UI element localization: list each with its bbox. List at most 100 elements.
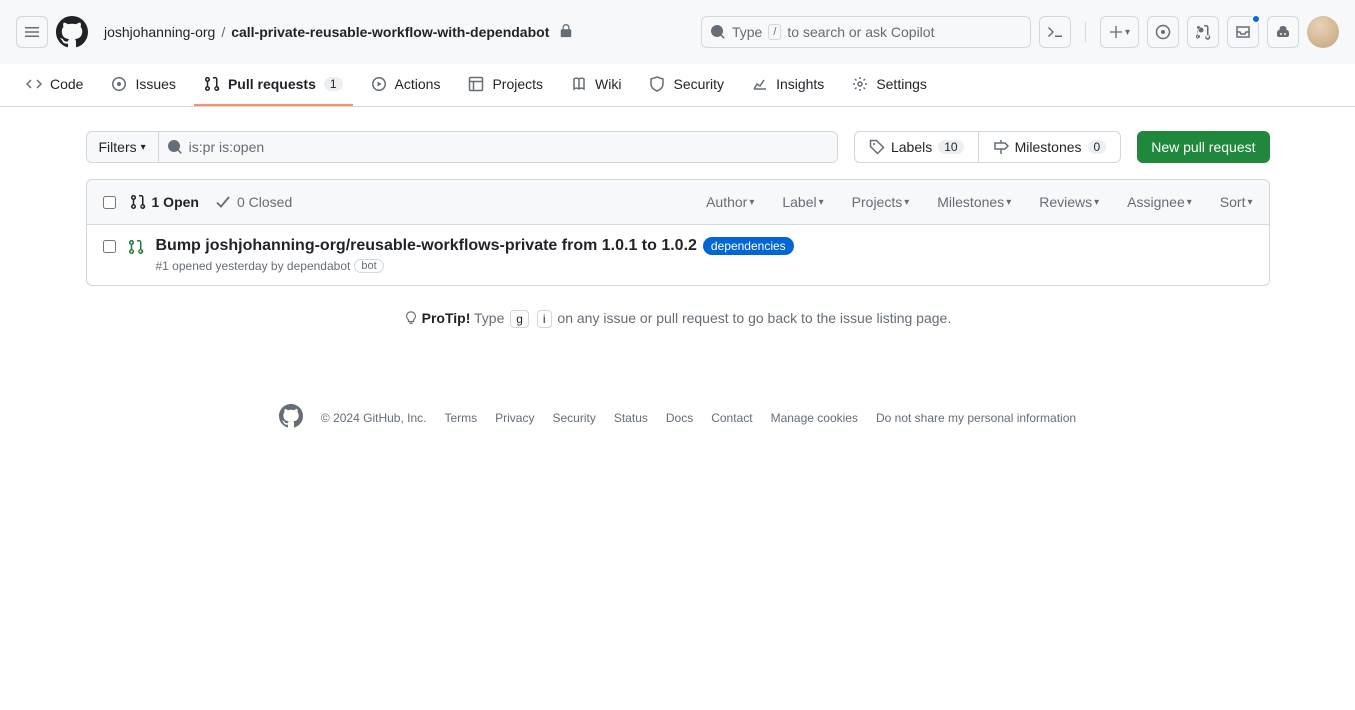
state-closed[interactable]: 0 Closed [215,194,292,210]
filter-assignee[interactable]: Assignee ▾ [1127,194,1192,210]
new-pull-request-button[interactable]: New pull request [1137,131,1269,163]
copilot-button[interactable] [1267,16,1299,48]
issues-button[interactable] [1147,16,1179,48]
filter-author[interactable]: Author ▾ [706,194,754,210]
tab-code-label: Code [50,76,83,92]
issue-icon [111,76,127,92]
tab-actions[interactable]: Actions [361,64,451,106]
tab-insights-label: Insights [776,76,824,92]
footer-link-cookies[interactable]: Manage cookies [771,411,858,425]
tab-projects-label: Projects [492,76,543,92]
search-hint-pre: Type [732,24,762,40]
filter-search-input-wrap[interactable] [159,132,837,162]
footer-link-terms[interactable]: Terms [444,411,477,425]
labels-button[interactable]: Labels 10 [855,132,978,162]
tab-settings[interactable]: Settings [842,64,937,106]
tab-code[interactable]: Code [16,64,93,106]
milestones-button[interactable]: Milestones 0 [978,132,1121,162]
issue-icon [1155,24,1171,40]
filter-label-label: Label [782,194,816,210]
lightbulb-icon [404,311,418,325]
protip-key-g: g [510,310,529,328]
tab-actions-label: Actions [395,76,441,92]
tab-wiki[interactable]: Wiki [561,64,631,106]
chevron-down-icon: ▾ [1006,197,1011,208]
github-logo-footer[interactable] [279,404,303,431]
user-avatar[interactable] [1307,16,1339,48]
closed-count-label: 0 Closed [237,194,292,210]
tab-pulls-label: Pull requests [228,76,316,92]
filters-dropdown[interactable]: Filters ▾ [87,132,159,162]
search-icon [710,24,726,40]
github-logo[interactable] [56,16,88,48]
tab-pull-requests[interactable]: Pull requests 1 [194,64,353,106]
chevron-down-icon: ▾ [819,197,824,208]
project-icon [468,76,484,92]
plus-icon [1109,25,1123,39]
footer: © 2024 GitHub, Inc. Terms Privacy Securi… [0,374,1355,461]
filter-projects[interactable]: Projects ▾ [852,194,910,210]
chevron-down-icon: ▾ [904,197,909,208]
code-icon [26,76,42,92]
filter-reviews-label: Reviews [1039,194,1092,210]
global-search[interactable]: Type / to search or ask Copilot [701,16,1031,48]
protip-key-i: i [537,310,552,328]
global-header: joshjohanning-org / call-private-reusabl… [0,0,1355,64]
tab-insights[interactable]: Insights [742,64,834,106]
tag-icon [869,139,885,155]
filter-search-input[interactable] [189,139,829,155]
inbox-button[interactable] [1227,16,1259,48]
pr-meta: #1 opened yesterday by dependabot bot [156,259,1253,273]
filter-author-label: Author [706,194,747,210]
filter-label[interactable]: Label ▾ [782,194,823,210]
labels-count: 10 [938,140,963,154]
tab-security[interactable]: Security [639,64,734,106]
state-open[interactable]: 1 Open [130,194,199,210]
filter-sort-label: Sort [1220,194,1246,210]
terminal-icon [1047,24,1063,40]
footer-link-contact[interactable]: Contact [711,411,752,425]
command-palette-button[interactable] [1039,16,1071,48]
state-toggle: 1 Open 0 Closed [130,194,293,210]
select-all-checkbox[interactable] [103,196,116,209]
org-link[interactable]: joshjohanning-org [104,24,215,40]
filter-milestones[interactable]: Milestones ▾ [937,194,1011,210]
pull-request-icon [204,76,220,92]
hamburger-menu-button[interactable] [16,16,48,48]
protip-post: on any issue or pull request to go back … [557,310,951,326]
search-icon [167,139,183,155]
footer-link-docs[interactable]: Docs [666,411,693,425]
pr-list-header: 1 Open 0 Closed Author ▾ Label ▾ Project… [87,180,1269,225]
tab-projects[interactable]: Projects [458,64,553,106]
pr-row-checkbox[interactable] [103,240,116,253]
pr-title-link[interactable]: Bump joshjohanning-org/reusable-workflow… [156,237,697,255]
footer-link-privacy[interactable]: Privacy [495,411,534,425]
pull-request-icon [128,239,144,255]
footer-link-status[interactable]: Status [614,411,648,425]
milestones-label: Milestones [1015,139,1082,155]
open-count-label: 1 Open [152,194,199,210]
graph-icon [752,76,768,92]
chevron-down-icon: ▾ [749,197,754,208]
repo-link[interactable]: call-private-reusable-workflow-with-depe… [231,24,549,40]
footer-link-security[interactable]: Security [552,411,595,425]
filter-reviews[interactable]: Reviews ▾ [1039,194,1099,210]
filter-sort[interactable]: Sort ▾ [1220,194,1253,210]
pr-list-box: 1 Open 0 Closed Author ▾ Label ▾ Project… [86,179,1270,286]
milestones-count: 0 [1088,140,1107,154]
hamburger-icon [24,24,40,40]
tab-pulls-count: 1 [324,77,343,91]
footer-link-dns[interactable]: Do not share my personal information [876,411,1076,425]
create-new-button[interactable]: ▾ [1100,16,1139,48]
chevron-down-icon: ▾ [1247,197,1252,208]
search-key-hint: / [768,24,781,40]
inbox-icon [1235,24,1251,40]
pulls-button[interactable] [1187,16,1219,48]
pr-row-body: Bump joshjohanning-org/reusable-workflow… [156,237,1253,273]
pr-label-badge[interactable]: dependencies [703,237,794,255]
chevron-down-icon: ▾ [1187,197,1192,208]
main-content: Filters ▾ Labels 10 Milestones 0 New pul… [70,107,1286,374]
tab-settings-label: Settings [876,76,927,92]
tab-issues[interactable]: Issues [101,64,185,106]
check-icon [215,194,231,210]
